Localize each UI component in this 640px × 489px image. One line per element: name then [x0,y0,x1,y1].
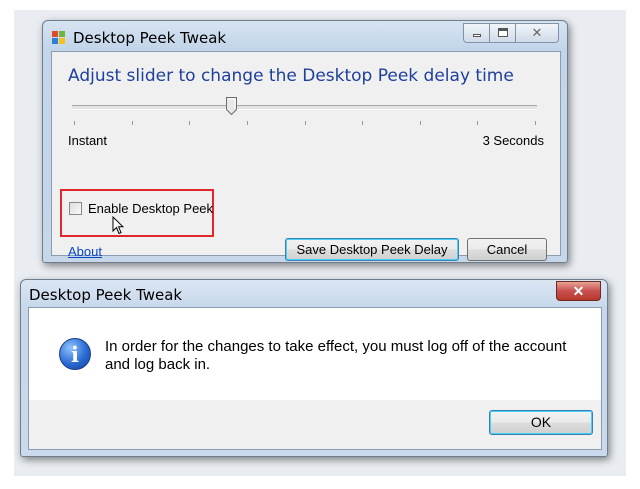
dialog-client-area: i In order for the changes to take effec… [28,307,602,450]
window-title: Desktop Peek Tweak [73,29,227,47]
dialog-close-button[interactable]: ✕ [556,281,601,301]
dialog-title: Desktop Peek Tweak [29,286,183,304]
about-link[interactable]: About [68,244,102,259]
info-icon: i [59,338,91,370]
message-dialog: Desktop Peek Tweak ✕ i In order for the … [20,279,608,457]
minimize-button[interactable] [464,24,490,42]
slider-tick [247,121,248,125]
mouse-cursor-icon [112,216,124,235]
maximize-button[interactable] [490,24,516,42]
enable-desktop-peek-checkbox[interactable] [69,202,82,215]
caption-buttons: ✕ [463,23,559,43]
slider-min-label: Instant [68,133,108,148]
save-delay-button[interactable]: Save Desktop Peek Delay [285,238,459,261]
page-title: Adjust slider to change the Desktop Peek… [68,66,514,86]
slider-tick [74,121,75,125]
app-icon [52,31,66,45]
slider-tick [420,121,421,125]
slider-tick [305,121,306,125]
slider-tick [535,121,536,125]
slider-tick [132,121,133,125]
delay-slider-track[interactable] [72,105,537,110]
enable-desktop-peek-label[interactable]: Enable Desktop Peek [88,201,213,216]
ok-button[interactable]: OK [489,410,593,435]
title-bar[interactable]: Desktop Peek Tweak ✕ [43,21,567,51]
message-text: In order for the changes to take effect,… [105,338,567,373]
slider-tick [477,121,478,125]
slider-tick [189,121,190,125]
close-button[interactable]: ✕ [516,24,558,42]
desktop-peek-tweak-window: Desktop Peek Tweak ✕ Adjust slider to ch… [42,20,568,263]
slider-max-label: 3 Seconds [482,133,544,148]
cancel-button[interactable]: Cancel [467,238,547,261]
window-client-area: Adjust slider to change the Desktop Peek… [51,51,561,261]
delay-slider-thumb[interactable] [226,97,237,115]
slider-tick [362,121,363,125]
message-panel: i In order for the changes to take effec… [29,308,601,400]
